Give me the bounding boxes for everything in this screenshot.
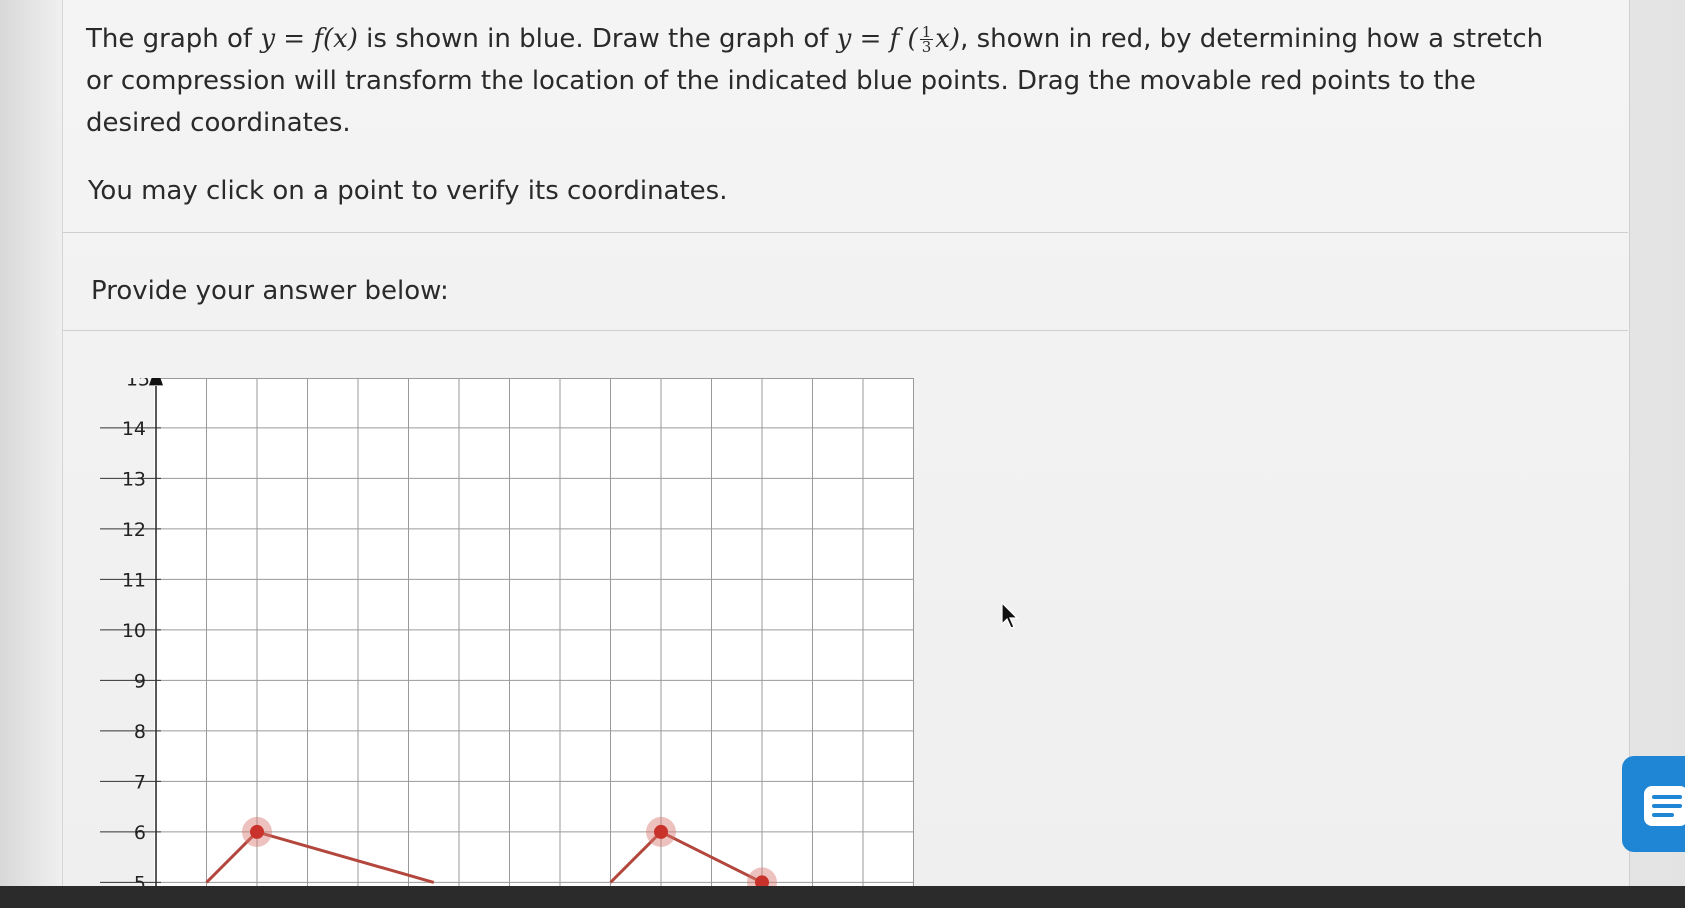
- y-axis-tick-label: 15: [126, 378, 150, 390]
- y-axis-tick-label: 14: [122, 418, 146, 440]
- divider: [62, 330, 1628, 331]
- chat-icon: [1644, 786, 1685, 826]
- y-axis-tick-label: 6: [134, 822, 146, 844]
- y-axis-tick-label: 7: [134, 771, 146, 793]
- chat-icon-line: [1652, 813, 1674, 817]
- equation-f-x: y = f(x): [260, 24, 358, 54]
- y-axis-tick-label: 9: [134, 670, 146, 692]
- coordinate-grid[interactable]: 56789101112131415: [100, 365, 915, 898]
- y-axis-tick-label: 13: [122, 468, 146, 490]
- y-axis-tick-label: 10: [122, 620, 146, 642]
- page: The graph of y = f(x) is shown in blue. …: [0, 0, 1685, 908]
- chat-button[interactable]: [1622, 756, 1685, 852]
- chat-icon-line: [1652, 795, 1682, 799]
- taskbar: [0, 886, 1685, 908]
- equation-f-third-x-lhs: y = f (: [836, 24, 918, 54]
- movable-red-point[interactable]: [654, 824, 668, 839]
- movable-red-point[interactable]: [250, 824, 264, 839]
- fraction-denominator: 3: [921, 38, 932, 56]
- question-part-1: The graph of: [86, 24, 261, 54]
- grid-background: [154, 378, 914, 890]
- divider: [62, 232, 1628, 233]
- y-axis-tick-label: 8: [134, 721, 146, 743]
- graph-area[interactable]: 5 6 7 8 9 10 11 12 13 14 15: [100, 365, 915, 898]
- answer-label: Provide your answer below:: [91, 276, 449, 306]
- y-axis-tick-label: 12: [122, 519, 146, 541]
- question-text: The graph of y = f(x) is shown in blue. …: [86, 18, 1546, 144]
- fraction-one-third: 13: [919, 25, 934, 56]
- question-part-2: is shown in blue. Draw the graph of: [357, 24, 837, 54]
- mouse-cursor-icon: [1001, 601, 1019, 634]
- equation-f-third-x-rhs: x): [935, 24, 961, 54]
- chat-icon-line: [1652, 804, 1682, 808]
- hint-text: You may click on a point to verify its c…: [88, 176, 728, 206]
- y-axis-tick-label: 11: [122, 569, 146, 591]
